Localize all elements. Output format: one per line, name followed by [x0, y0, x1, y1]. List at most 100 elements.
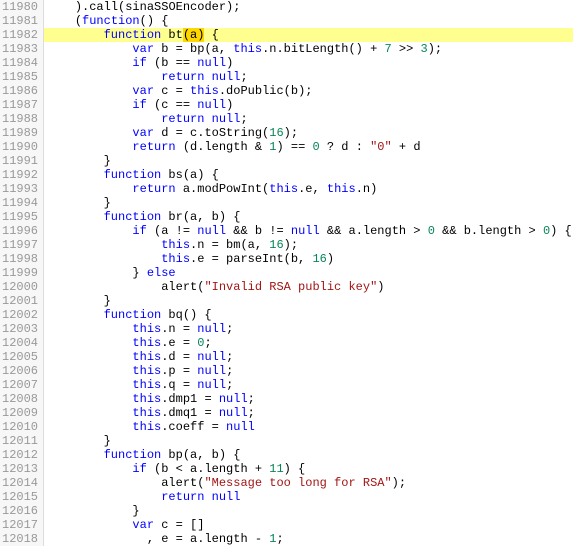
code-line[interactable]: }	[44, 294, 573, 308]
token-k: if	[132, 56, 154, 70]
code-line[interactable]: ).call(sinaSSOEncoder);	[44, 0, 573, 14]
line-number: 11990	[2, 140, 37, 154]
line-number: 12009	[2, 406, 37, 420]
code-line[interactable]: (function() {	[44, 14, 573, 28]
code-line[interactable]: this.e = parseInt(b, 16)	[44, 252, 573, 266]
token-o: ;	[240, 112, 247, 126]
token-k: this	[132, 406, 161, 420]
token-v: bp(a, b) {	[168, 448, 240, 462]
token-v: && a.length >	[320, 224, 428, 238]
token-o: (	[75, 14, 82, 28]
token-k: if	[132, 224, 154, 238]
token-v: .n =	[161, 322, 197, 336]
code-line[interactable]: } else	[44, 266, 573, 280]
token-v: + d	[392, 140, 421, 154]
code-line[interactable]: , e = a.length - 1;	[44, 532, 573, 546]
code-line[interactable]: this.p = null;	[44, 364, 573, 378]
token-s: "Message too long for RSA"	[204, 476, 391, 490]
code-line[interactable]: function br(a, b) {	[44, 210, 573, 224]
line-number: 12016	[2, 504, 37, 518]
code-content[interactable]: ).call(sinaSSOEncoder); (function() { fu…	[44, 0, 573, 546]
token-f: bt	[168, 28, 182, 42]
code-line[interactable]: }	[44, 154, 573, 168]
code-line[interactable]: if (a != null && b != null && a.length >…	[44, 224, 573, 238]
code-line[interactable]: var b = bp(a, this.n.bitLength() + 7 >> …	[44, 42, 573, 56]
code-line[interactable]: var c = this.doPublic(b);	[44, 84, 573, 98]
token-k: if	[132, 462, 154, 476]
line-number: 12017	[2, 518, 37, 532]
line-number-gutter: 1198011981119821198311984119851198611987…	[0, 0, 44, 546]
token-k: return	[132, 182, 182, 196]
token-k: null	[197, 350, 226, 364]
token-o: )	[377, 280, 384, 294]
token-o: }	[104, 434, 111, 448]
code-line[interactable]: return a.modPowInt(this.e, this.n)	[44, 182, 573, 196]
line-number: 12004	[2, 336, 37, 350]
token-o: }	[104, 196, 111, 210]
code-line[interactable]: }	[44, 504, 573, 518]
code-line[interactable]: this.d = null;	[44, 350, 573, 364]
code-line[interactable]: alert("Message too long for RSA");	[44, 476, 573, 490]
token-k: this	[233, 42, 262, 56]
code-line[interactable]: if (b == null)	[44, 56, 573, 70]
line-number: 11985	[2, 70, 37, 84]
token-o: {	[204, 28, 218, 42]
token-o: }	[104, 154, 111, 168]
code-line[interactable]: return null	[44, 490, 573, 504]
code-line[interactable]: alert("Invalid RSA public key")	[44, 280, 573, 294]
code-line[interactable]: this.dmq1 = null;	[44, 406, 573, 420]
code-line[interactable]: function bp(a, b) {	[44, 448, 573, 462]
token-k: this	[161, 238, 190, 252]
token-v: .dmq1 =	[161, 406, 219, 420]
code-line[interactable]: return null;	[44, 70, 573, 84]
code-line[interactable]: function bs(a) {	[44, 168, 573, 182]
token-v: (b ==	[154, 56, 197, 70]
token-v: .e =	[161, 336, 197, 350]
code-line[interactable]: return (d.length & 1) == 0 ? d : "0" + d	[44, 140, 573, 154]
line-number: 12018	[2, 532, 37, 546]
line-number: 11991	[2, 154, 37, 168]
code-line[interactable]: function bq() {	[44, 308, 573, 322]
token-v: .coeff =	[161, 420, 226, 434]
code-editor[interactable]: 1198011981119821198311984119851198611987…	[0, 0, 573, 546]
token-k: this	[132, 322, 161, 336]
token-k: null	[291, 224, 320, 238]
code-line[interactable]: }	[44, 196, 573, 210]
token-k: this	[132, 350, 161, 364]
code-line[interactable]: if (c == null)	[44, 98, 573, 112]
token-n: 7	[384, 42, 391, 56]
token-k: var	[132, 42, 161, 56]
token-k: this	[132, 392, 161, 406]
token-v: alert(	[161, 476, 204, 490]
token-k: if	[132, 98, 154, 112]
token-o: ;	[226, 350, 233, 364]
code-line[interactable]: var d = c.toString(16);	[44, 126, 573, 140]
code-line[interactable]: this.e = 0;	[44, 336, 573, 350]
line-number: 11997	[2, 238, 37, 252]
token-o: ;	[248, 406, 255, 420]
code-line[interactable]: }	[44, 434, 573, 448]
line-number: 12015	[2, 490, 37, 504]
line-number: 11998	[2, 252, 37, 266]
line-number: 12006	[2, 364, 37, 378]
line-number: 12007	[2, 378, 37, 392]
token-o: );	[284, 126, 298, 140]
token-k: null	[212, 112, 241, 126]
token-n: 16	[269, 126, 283, 140]
code-line[interactable]: var c = []	[44, 518, 573, 532]
code-line[interactable]: this.q = null;	[44, 378, 573, 392]
code-line[interactable]: this.n = bm(a, 16);	[44, 238, 573, 252]
token-o: () {	[140, 14, 169, 28]
token-v: .e = parseInt(b,	[190, 252, 312, 266]
code-line[interactable]: this.n = null;	[44, 322, 573, 336]
code-line[interactable]: this.coeff = null	[44, 420, 573, 434]
token-k: null	[197, 224, 226, 238]
code-line[interactable]: if (b < a.length + 11) {	[44, 462, 573, 476]
code-line[interactable]: this.dmp1 = null;	[44, 392, 573, 406]
token-o: );	[284, 238, 298, 252]
code-line[interactable]: return null;	[44, 112, 573, 126]
code-line[interactable]: function bt(a) {	[44, 28, 573, 42]
token-k: function	[104, 448, 169, 462]
token-k: null	[197, 322, 226, 336]
token-k: var	[132, 518, 161, 532]
